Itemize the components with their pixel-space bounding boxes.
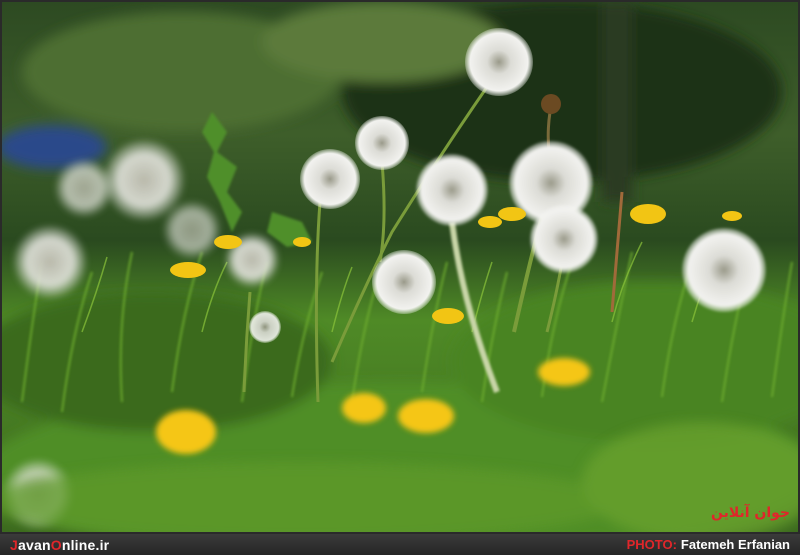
site-name-prefix: J (10, 536, 18, 553)
photo-credit: PHOTO: Fatemeh Erfanian (627, 537, 790, 552)
dandelion-photo (2, 2, 798, 532)
dandelion-scene (2, 2, 798, 532)
photo-frame: جوان آنلاین JavanOnline.ir PHOTO: Fatemeh… (0, 0, 800, 555)
arabic-watermark: جوان آنلاین (710, 505, 790, 521)
site-name-middle: avan (18, 536, 51, 553)
site-name: JavanOnline.ir (10, 537, 109, 553)
credit-label: PHOTO: (626, 537, 677, 552)
site-name-suffix: nline.ir (61, 536, 110, 553)
credit-name: Fatemeh Erfanian (680, 537, 790, 552)
caption-bar: JavanOnline.ir PHOTO: Fatemeh Erfanian (0, 534, 800, 555)
site-name-accent: O (50, 536, 62, 553)
